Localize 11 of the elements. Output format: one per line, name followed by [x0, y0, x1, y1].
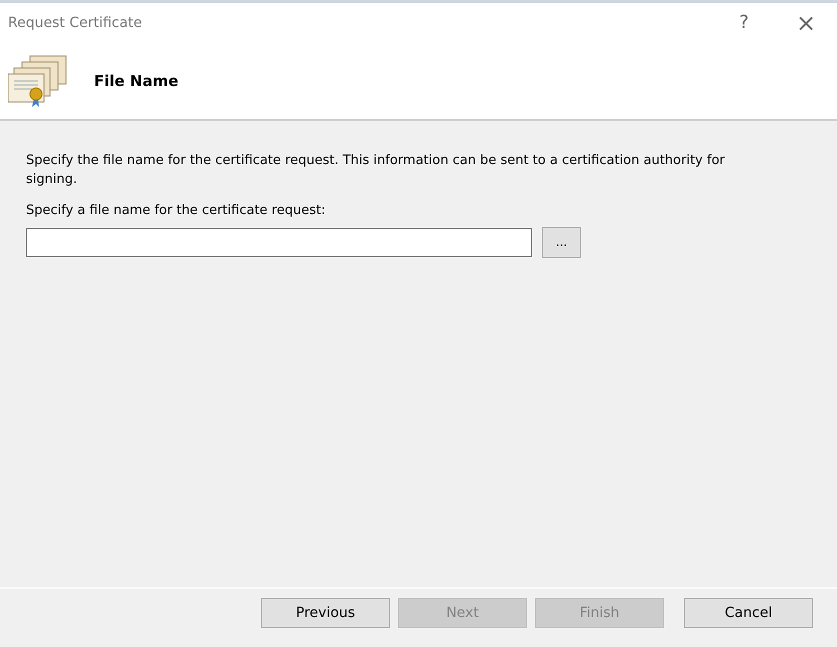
- file-name-field[interactable]: [26, 228, 532, 256]
- field-label: Specify a file name for the certificate request:: [26, 202, 326, 220]
- wizard-button[interactable]: Cancel: [684, 598, 813, 628]
- description-text: Specify the file name for the certificate request. This information can be sent to a certification authority for signing.: [26, 152, 726, 189]
- close-button[interactable]: ×: [783, 11, 829, 35]
- help-button[interactable]: ?: [721, 14, 767, 32]
- wizard-button[interactable]: Previous: [261, 598, 390, 628]
- certificates-icon: [8, 54, 68, 108]
- page-heading: File Name: [94, 70, 178, 92]
- window-title: Request Certificate: [8, 14, 144, 32]
- browse-button[interactable]: ...: [542, 226, 581, 258]
